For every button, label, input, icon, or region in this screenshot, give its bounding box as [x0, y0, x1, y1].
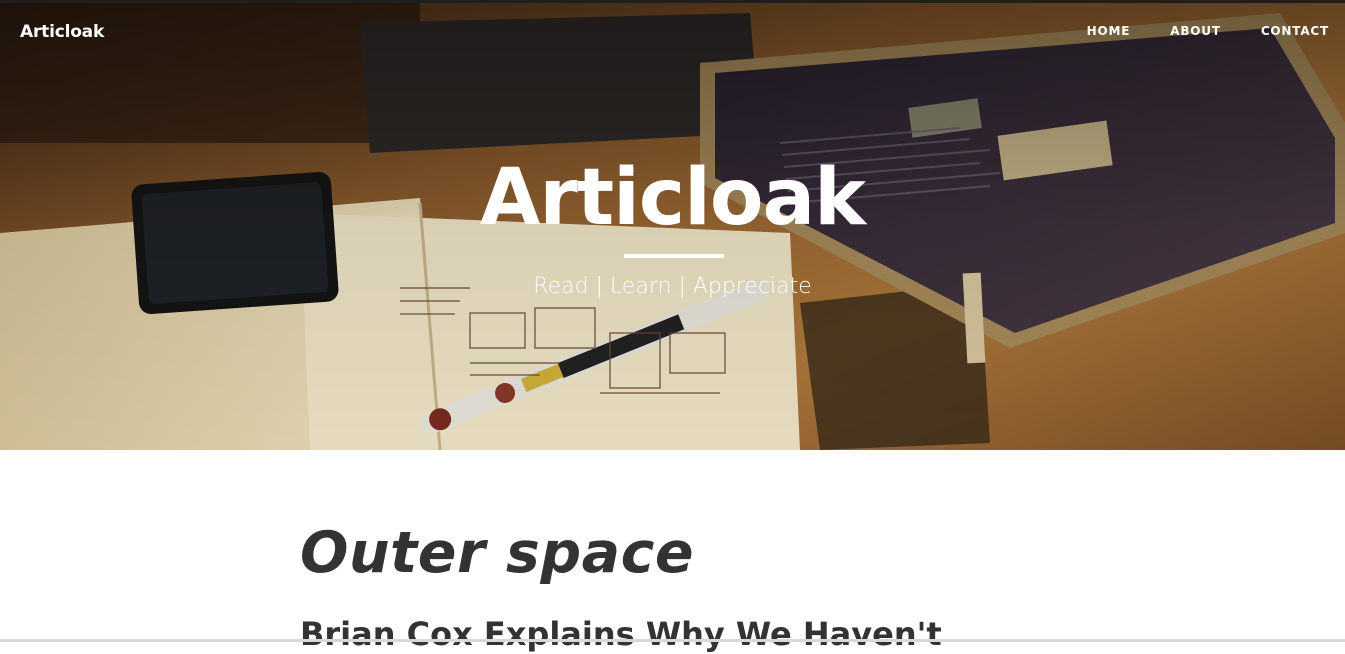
nav-link-contact[interactable]: CONTACT: [1261, 24, 1329, 38]
hero-subtitle: Read | Learn | Appreciate: [533, 274, 812, 299]
top-navbar: Articloak HOME ABOUT CONTACT: [0, 3, 1345, 61]
nav-links: HOME ABOUT CONTACT: [1047, 24, 1329, 38]
brand-logo-link[interactable]: Articloak: [20, 22, 104, 42]
nav-link-about[interactable]: ABOUT: [1170, 24, 1221, 38]
hero-divider: [624, 254, 724, 258]
hero-title: Articloak: [480, 153, 866, 243]
main-content: Outer space Brian Cox Explains Why We Ha…: [300, 450, 1045, 653]
nav-link-home[interactable]: HOME: [1087, 24, 1131, 38]
post-title-link[interactable]: Brian Cox Explains Why We Haven't: [300, 614, 942, 654]
post-category-heading: Outer space: [300, 520, 695, 586]
